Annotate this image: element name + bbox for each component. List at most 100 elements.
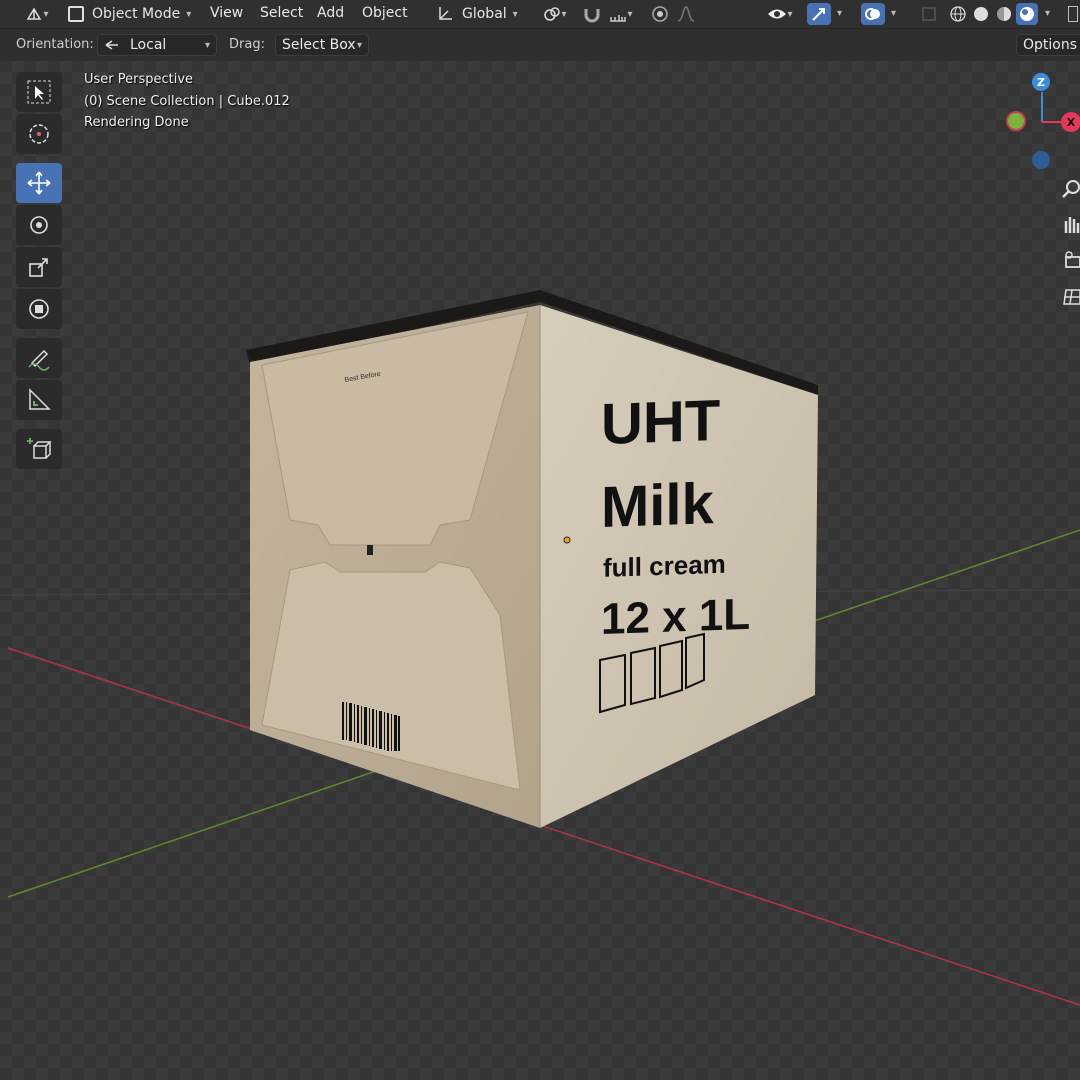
gizmo-y-axis[interactable] [1006, 111, 1026, 131]
shading-dropdown-chevron[interactable]: ▾ [1045, 8, 1050, 19]
tool-measure[interactable] [16, 380, 62, 420]
chevron-down-icon: ▾ [43, 8, 49, 20]
snap-increment-icon [610, 15, 627, 22]
gizmo-x-label: X [1066, 115, 1076, 129]
rendered-sphere-icon [1020, 7, 1034, 21]
material-sphere-icon [997, 7, 1011, 21]
chevron-down-icon: ▾ [356, 39, 362, 51]
snap-toggle[interactable] [580, 3, 604, 25]
gizmo-toggle[interactable] [807, 3, 831, 25]
tool-settings-bar: Orientation: Local ▾ Drag: Select Box ▾ … [0, 29, 1080, 61]
options-dropdown[interactable]: Options [1016, 34, 1080, 56]
menu-object[interactable]: Object [362, 5, 408, 21]
menu-add[interactable]: Add [317, 5, 344, 21]
shading-rendered[interactable] [1016, 3, 1038, 25]
proportional-edit-toggle[interactable] [648, 3, 672, 25]
zoom-icon [1062, 180, 1080, 198]
tool-select-box[interactable] [16, 72, 62, 112]
gizmo-icon [812, 8, 825, 21]
shading-material[interactable] [993, 3, 1015, 25]
sidebar-icon [1068, 6, 1078, 22]
transform-orientation-dropdown[interactable]: Global ▾ [436, 3, 528, 25]
options-label: Options [1023, 37, 1078, 53]
sidebar-toggle[interactable] [1066, 3, 1080, 25]
collection-info: (0) Scene Collection | Cube.012 [84, 94, 290, 109]
scale-icon [29, 258, 48, 277]
drag-setting-dropdown[interactable]: Select Box ▾ [275, 34, 369, 56]
orientation-setting-dropdown[interactable]: Local ▾ [97, 34, 217, 56]
camera-view-button[interactable] [1060, 247, 1080, 273]
viewport-scene: Best Before UHT Milk full cream 12 x 1L [0, 290, 1080, 1006]
orientation-setting-value: Local [130, 37, 167, 53]
orientation-setting-label: Orientation: [16, 37, 94, 52]
menu-view[interactable]: View [210, 5, 243, 21]
mode-label: Object Mode [92, 6, 181, 22]
local-orientation-icon [105, 40, 118, 50]
rotate-icon [30, 216, 48, 234]
gizmo-dropdown-chevron[interactable]: ▾ [837, 8, 842, 19]
render-status: Rendering Done [84, 115, 189, 130]
overlay-dropdown-chevron[interactable]: ▾ [891, 8, 896, 19]
tool-add-cube[interactable] [16, 429, 62, 469]
annotate-pencil-icon [28, 349, 50, 371]
editor-type-button[interactable]: ▾ [20, 3, 54, 25]
link-icon [544, 7, 561, 21]
mode-dropdown[interactable]: Object Mode ▾ [64, 3, 194, 25]
chevron-down-icon: ▾ [627, 8, 633, 20]
drag-setting-value: Select Box [282, 37, 356, 53]
zoom-button[interactable] [1060, 176, 1080, 202]
object-origin [563, 536, 571, 544]
falloff-button[interactable] [674, 3, 698, 25]
front-text-full-cream: full cream [603, 549, 726, 583]
cursor-icon [29, 124, 49, 144]
front-text-quantity: 12 x 1L [601, 590, 750, 644]
chevron-down-icon: ▾ [787, 8, 793, 20]
falloff-curve-icon [677, 6, 695, 22]
milk-carton-box[interactable]: Best Before UHT Milk full cream 12 x 1L [246, 290, 818, 828]
gizmo-x-axis[interactable]: X [1061, 112, 1080, 132]
tool-annotate[interactable] [16, 338, 62, 378]
tool-scale[interactable] [16, 247, 62, 287]
hand-icon [1064, 217, 1080, 233]
overlay-toggle[interactable] [861, 3, 885, 25]
tool-move[interactable] [16, 163, 62, 203]
overlay-icon [865, 8, 880, 20]
object-mode-icon [68, 6, 84, 22]
magnet-icon [584, 9, 600, 23]
view-name: User Perspective [84, 72, 194, 87]
wireframe-sphere-icon [950, 6, 966, 22]
menu-select[interactable]: Select [260, 5, 303, 21]
gizmo-neg-z-axis[interactable] [1032, 151, 1050, 169]
chevron-down-icon: ▾ [512, 8, 518, 20]
tool-cursor[interactable] [16, 114, 62, 154]
orientation-label: Global [462, 6, 507, 22]
xray-toggle[interactable] [917, 3, 941, 25]
measure-ruler-icon [29, 388, 51, 410]
shading-solid[interactable] [970, 3, 992, 25]
chevron-down-icon: ▾ [561, 8, 567, 20]
visibility-dropdown[interactable]: ▾ [762, 3, 798, 25]
front-text-uht: UHT [601, 388, 720, 457]
pivot-button[interactable]: ▾ [537, 3, 573, 25]
add-cube-icon [27, 438, 52, 459]
gizmo-z-axis[interactable]: Z [1032, 73, 1050, 91]
snap-target-dropdown[interactable]: ▾ [606, 3, 636, 25]
chevron-down-icon: ▾ [186, 8, 192, 20]
pan-button[interactable] [1060, 211, 1080, 237]
select-box-icon [27, 80, 51, 104]
front-text-milk: Milk [601, 471, 715, 540]
axes-icon [27, 7, 42, 20]
eye-icon [768, 9, 787, 19]
orientation-icon [439, 7, 452, 20]
tool-transform[interactable] [16, 289, 62, 329]
solid-sphere-icon [974, 7, 988, 21]
move-icon [27, 171, 51, 195]
proportional-edit-icon [652, 6, 668, 22]
grid-perspective-icon [1063, 289, 1080, 305]
shading-wireframe[interactable] [947, 3, 969, 25]
perspective-toggle-button[interactable] [1060, 284, 1080, 310]
3d-viewport[interactable]: Best Before UHT Milk full cream 12 x 1L [0, 0, 1080, 1080]
viewport-header: ▾ Object Mode ▾ View Select Add Object G… [0, 0, 1080, 29]
tool-rotate[interactable] [16, 205, 62, 245]
drag-setting-label: Drag: [229, 37, 265, 52]
